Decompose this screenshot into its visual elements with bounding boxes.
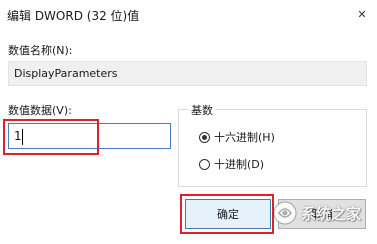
base-groupbox bbox=[178, 109, 367, 187]
value-name-text: DisplayParameters bbox=[14, 67, 118, 80]
title-bar: 编辑 DWORD (32 位)值 ✕ bbox=[0, 0, 377, 29]
close-icon: ✕ bbox=[357, 8, 367, 21]
edit-dword-dialog: 编辑 DWORD (32 位)值 ✕ 数值名称(N): DisplayParam… bbox=[0, 0, 377, 244]
value-name-label: 数值名称(N): bbox=[8, 44, 73, 57]
ok-button[interactable]: 确定 bbox=[185, 199, 271, 229]
dialog-title: 编辑 DWORD (32 位)值 bbox=[7, 9, 140, 23]
value-data-text: 1 bbox=[14, 129, 22, 143]
close-button[interactable]: ✕ bbox=[347, 0, 377, 29]
cancel-button-label: 取消 bbox=[311, 208, 333, 221]
value-data-label: 数值数据(V): bbox=[8, 104, 72, 117]
radio-decimal-label: 十进制(D) bbox=[214, 158, 265, 171]
base-legend: 基数 bbox=[188, 102, 216, 118]
radio-unchecked-icon bbox=[199, 158, 210, 170]
radio-checked-icon bbox=[199, 131, 210, 143]
ok-button-label: 确定 bbox=[217, 208, 239, 221]
radio-hexadecimal-label: 十六进制(H) bbox=[214, 131, 275, 144]
radio-decimal[interactable]: 十进制(D) bbox=[199, 156, 264, 172]
radio-hexadecimal[interactable]: 十六进制(H) bbox=[199, 129, 275, 145]
cancel-button[interactable]: 取消 bbox=[278, 199, 366, 229]
text-caret bbox=[22, 129, 23, 145]
value-name-field[interactable]: DisplayParameters bbox=[8, 61, 367, 86]
value-data-input[interactable]: 1 bbox=[8, 123, 171, 149]
